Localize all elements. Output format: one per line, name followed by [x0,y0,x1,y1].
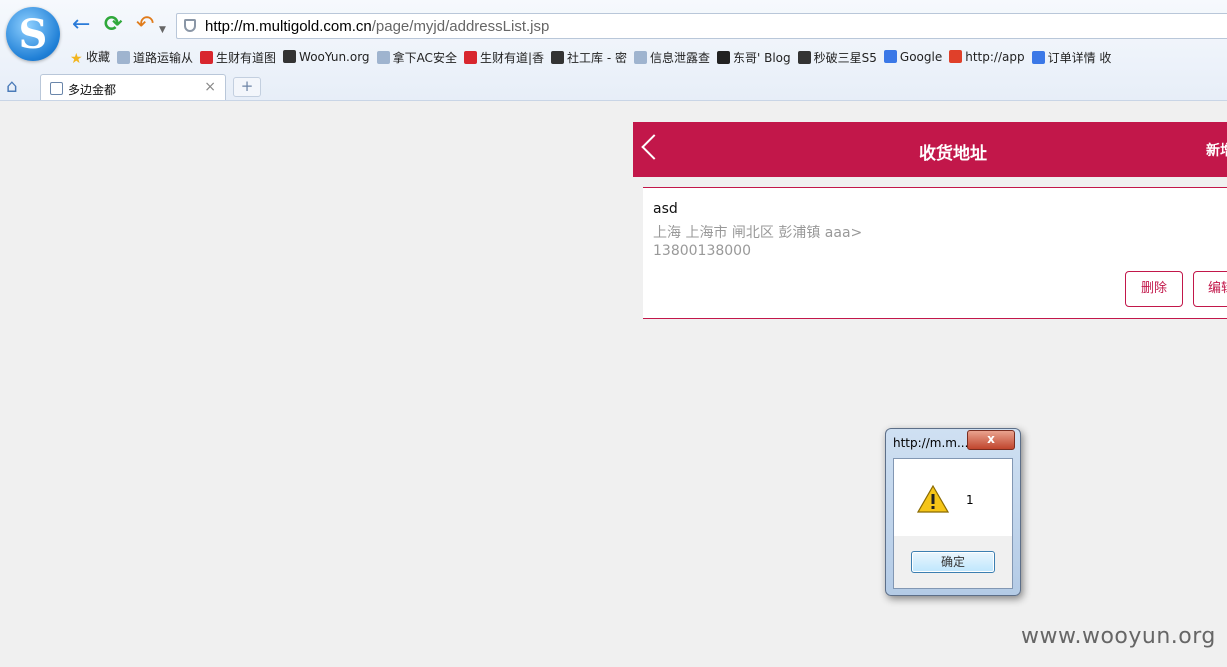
bookmark-label: http://app [965,50,1025,64]
dialog-close-button[interactable]: x [967,430,1015,450]
bookmark-item[interactable]: 信息泄露查 [633,49,710,66]
bookmark-label: 生财有道|香 [479,50,544,65]
dialog-title: http://m.m... [893,436,969,450]
tab-close-icon[interactable]: × [204,79,216,95]
bookmark-label: 信息泄露查 [649,50,710,65]
bookmark-label: 社工库 - 密 [567,50,627,65]
bookmark-item[interactable]: ★ 收藏 [70,48,110,66]
bookmark-item[interactable]: 社工库 - 密 [551,49,627,66]
warning-icon [917,485,949,513]
delete-button[interactable]: 删除 [1125,271,1183,307]
browser-logo-icon: S [6,7,60,61]
bookmark-item[interactable]: 东哥' Blog [716,49,791,66]
address-card: asd 上海 上海市 闸北区 彭浦镇 aaa> 13800138000 删除 编… [643,187,1227,319]
browser-chrome: S ← ⟳ ↶ ▼ http://m.multigold.com.cn/page… [0,0,1227,101]
bookmark-item[interactable]: Google [883,50,943,64]
address-text[interactable]: 上海 上海市 闸北区 彭浦镇 aaa> [653,222,862,242]
bookmark-item[interactable]: 道路运输从 [117,49,193,66]
bookmark-favicon-icon [633,50,647,64]
page-title: 收货地址 [919,144,987,164]
bookmark-favicon-icon [883,50,897,63]
watermark: www.wooyun.org [1021,624,1216,649]
address-bar[interactable]: http://m.multigold.com.cn/page/myjd/addr… [176,13,1227,39]
bookmark-favicon-icon [797,50,811,64]
ok-button[interactable]: 确定 [911,551,995,573]
bookmark-favicon-icon [283,50,297,63]
bookmarks-bar: ★ 收藏 道路运输从 生财有道图 WooYun.org 拿下AC安全 生财有道|香 社工库 -… [70,48,1118,68]
home-icon[interactable]: ⌂ [6,76,17,97]
bookmark-label: 拿下AC安全 [392,50,457,65]
url-text[interactable]: http://m.multigold.com.cn/page/myjd/addr… [205,18,549,35]
bookmark-label: 秒破三星S5 [813,50,877,65]
bookmark-label: WooYun.org [299,50,370,64]
bookmark-favicon-icon [117,50,131,64]
bookmark-favicon-icon [376,50,390,64]
bookmark-item[interactable]: WooYun.org [283,50,370,64]
bookmark-item[interactable]: 秒破三星S5 [797,49,877,66]
bookmark-favicon-icon [949,50,963,63]
new-tab-button[interactable]: + [233,77,261,97]
edit-button[interactable]: 编辑 [1193,271,1227,307]
refresh-icon[interactable]: ⟳ [104,14,122,36]
bookmark-item[interactable]: 生财有道图 [200,49,276,66]
star-icon: ★ [70,51,83,67]
bookmark-item[interactable]: 生财有道|香 [463,49,544,66]
tab-bar: ⌂ 多边金都 × + [0,72,1227,100]
back-arrow-icon[interactable]: ← [72,14,90,36]
bookmark-favicon-icon [200,50,214,64]
bookmark-favicon-icon [716,50,730,64]
bookmark-label: 东哥' Blog [732,50,791,65]
add-address-button[interactable]: 新增 [1206,140,1227,160]
recipient-name: asd [653,201,678,217]
bookmark-label: Google [899,50,943,64]
bookmark-favicon-icon [463,50,477,64]
undo-dropdown-icon[interactable]: ▼ [159,19,166,41]
bookmark-item[interactable]: 拿下AC安全 [376,49,457,66]
tab-title: 多边金都 [68,83,117,97]
shield-icon [184,19,196,32]
bookmark-label: 生财有道图 [216,50,277,65]
bookmark-favicon-icon [551,50,564,64]
bookmark-label: 道路运输从 [133,50,194,65]
tab-active[interactable]: 多边金都 × [40,74,226,100]
bookmark-item[interactable]: http://app [949,50,1025,64]
undo-icon[interactable]: ↶ [136,14,154,36]
bookmark-label: 订单详情 收 [1047,50,1112,65]
page-header: 收货地址 新增 [633,122,1227,177]
dialog-footer: 确定 [894,536,1012,588]
alert-dialog: http://m.m... x 1 确定 [885,428,1021,596]
phone-number: 13800138000 [653,243,751,259]
bookmark-item[interactable]: 订单详情 收 [1031,49,1112,66]
page-favicon-icon [50,82,63,95]
bookmark-favicon-icon [1031,50,1045,64]
dialog-message: 1 [966,493,974,507]
bookmark-label: 收藏 [86,50,111,64]
dialog-body: 1 确定 [893,458,1013,589]
